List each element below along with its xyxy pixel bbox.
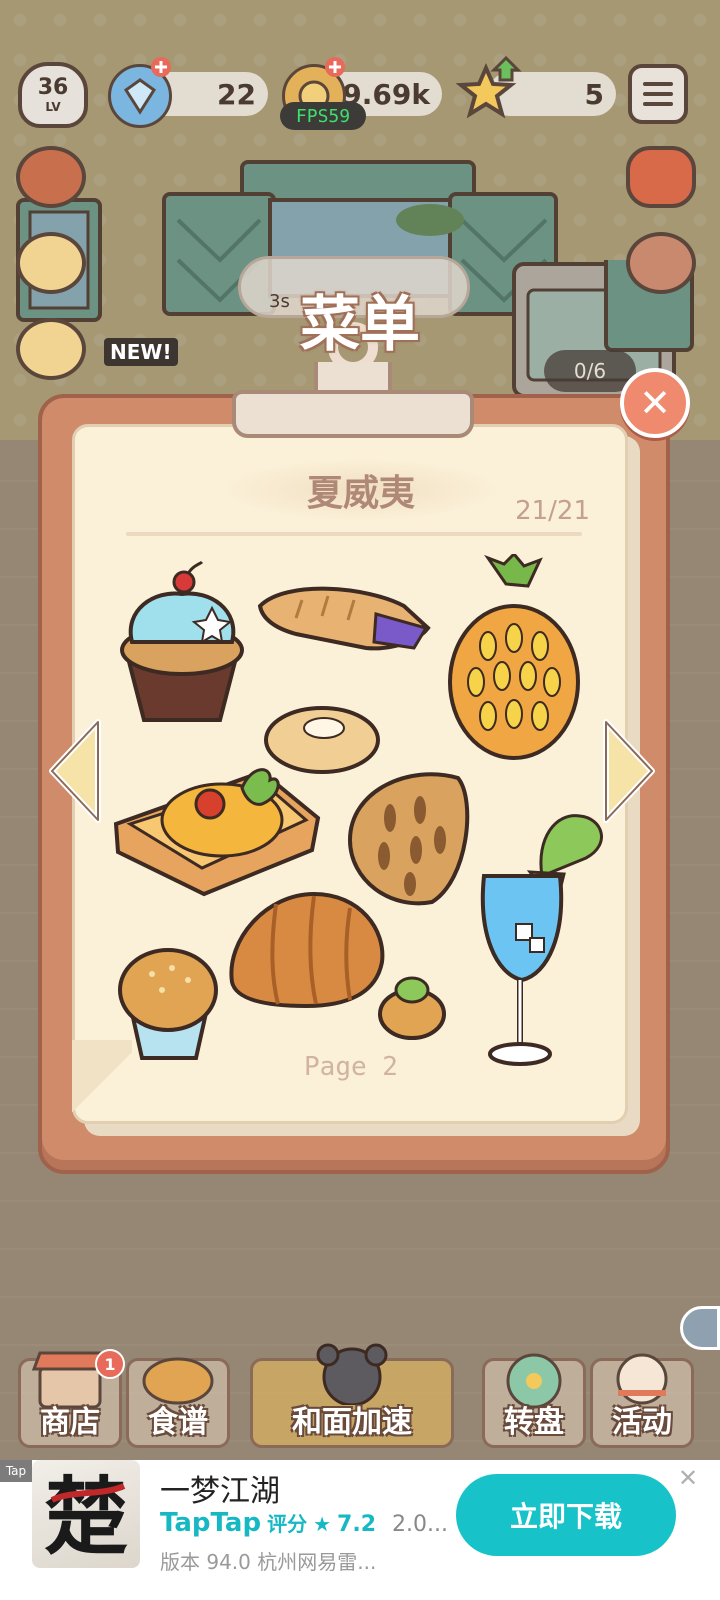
side-edge-button[interactable] <box>680 1306 720 1350</box>
shop-badge: 1 <box>95 1349 125 1379</box>
nav-shop-label: 商店 <box>40 1405 100 1440</box>
list-menu-button[interactable] <box>628 64 688 124</box>
stars-value: 5 <box>584 77 604 111</box>
add-coins-icon[interactable] <box>324 56 346 78</box>
taptap-logo: TapTap <box>160 1508 262 1538</box>
add-gems-icon[interactable] <box>150 56 172 78</box>
nav-dough-speedup-label: 和面加速 <box>292 1405 412 1440</box>
pineapple-bun-icon[interactable] <box>444 554 584 764</box>
duck-avatar-icon[interactable] <box>16 232 86 294</box>
prev-page-arrow-icon[interactable] <box>46 716 106 826</box>
recipe-count: 21/21 <box>515 496 590 526</box>
nav-events[interactable]: 活动 <box>590 1353 694 1448</box>
star-icon: ★ <box>313 1512 332 1536</box>
ad-tag: Tap <box>0 1460 32 1482</box>
can-icon[interactable] <box>626 146 696 208</box>
game-app-icon[interactable]: 楚 <box>32 1460 140 1568</box>
customer-counter: 0/6 <box>544 350 636 392</box>
nav-dough-speedup[interactable]: 和面加速 <box>250 1343 454 1448</box>
region-title: 夏威夷 <box>306 473 415 514</box>
butter-roll-icon[interactable] <box>226 890 386 1010</box>
piggy-bank-icon[interactable] <box>626 232 696 294</box>
ad-close-icon[interactable]: ✕ <box>674 1464 702 1492</box>
close-icon: ✕ <box>639 381 671 425</box>
muffin-icon[interactable] <box>116 946 220 1062</box>
title-divider <box>126 532 582 536</box>
level-label: LV <box>45 100 61 114</box>
svg-text:楚: 楚 <box>44 1467 128 1566</box>
matcha-puff-icon[interactable] <box>376 970 448 1040</box>
nav-events-label: 活动 <box>612 1405 672 1440</box>
download-button[interactable]: 立即下载 <box>456 1474 676 1556</box>
nav-wheel-label: 转盘 <box>504 1405 564 1440</box>
blue-cream-cupcake-icon[interactable] <box>114 560 250 728</box>
menu-title: 菜单 <box>300 290 420 360</box>
ad-rating-row: TapTap 评分 ★ 7.2 2.0... <box>160 1508 448 1538</box>
level-number: 36 <box>37 75 69 100</box>
page-indicator: Page 2 <box>304 1052 398 1082</box>
new-badge: NEW! <box>104 338 178 366</box>
calligraphy-logo-icon: 楚 <box>44 1467 128 1566</box>
level-badge[interactable]: 36 LV <box>18 62 88 128</box>
next-page-arrow-icon[interactable] <box>598 716 658 826</box>
ad-version-developer: 版本 94.0 杭州网易雷... <box>160 1550 377 1574</box>
nav-recipes-label: 食谱 <box>148 1405 208 1440</box>
nav-recipes[interactable]: 食谱 <box>126 1357 230 1448</box>
chick-avatar-icon[interactable] <box>16 318 86 380</box>
nav-wheel[interactable]: 转盘 <box>482 1353 586 1448</box>
close-button[interactable]: ✕ <box>620 368 690 438</box>
herb-focaccia-icon[interactable] <box>340 770 472 910</box>
ad-extra-info: 2.0... <box>392 1512 448 1537</box>
ad-game-title: 一梦江湖 <box>160 1474 280 1509</box>
fps-counter: FPS59 <box>280 102 366 130</box>
rating-value: 7.2 <box>337 1512 377 1537</box>
bear-chef-icon <box>316 1343 388 1405</box>
gem-shape <box>123 78 157 115</box>
nav-shop[interactable]: 商店 1 <box>18 1349 125 1448</box>
rating-label: 评分 <box>267 1512 308 1536</box>
gems-value: 22 <box>217 77 256 111</box>
fox-avatar-icon[interactable] <box>16 146 86 208</box>
blue-cocktail-icon[interactable] <box>476 814 612 1080</box>
taro-turnover-icon[interactable] <box>256 578 436 662</box>
star-upgrade-icon[interactable] <box>456 54 528 126</box>
egg-tomato-toast-icon[interactable] <box>112 764 322 898</box>
